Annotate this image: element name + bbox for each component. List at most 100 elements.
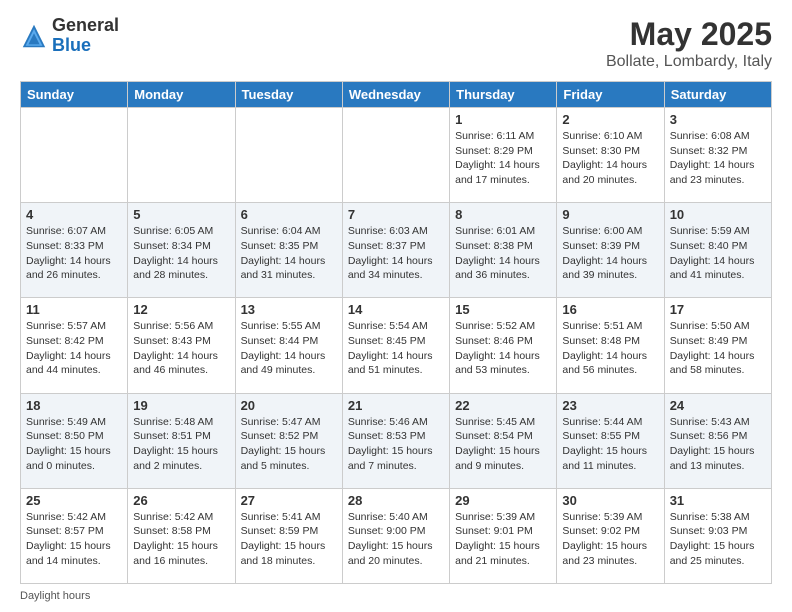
calendar-cell: 1 Sunrise: 6:11 AM Sunset: 8:29 PM Daylig… (450, 108, 557, 203)
day-number: 12 (133, 302, 229, 317)
calendar-cell: 4 Sunrise: 6:07 AM Sunset: 8:33 PM Daylig… (21, 203, 128, 298)
calendar-cell: 8 Sunrise: 6:01 AM Sunset: 8:38 PM Daylig… (450, 203, 557, 298)
calendar-cell: 12 Sunrise: 5:56 AM Sunset: 8:43 PM Dayli… (128, 298, 235, 393)
calendar-cell: 6 Sunrise: 6:04 AM Sunset: 8:35 PM Daylig… (235, 203, 342, 298)
day-number: 30 (562, 493, 658, 508)
logo-general: General (52, 15, 119, 35)
day-info: Sunrise: 5:45 AM Sunset: 8:54 PM Dayligh… (455, 415, 551, 474)
calendar: SundayMondayTuesdayWednesdayThursdayFrid… (20, 81, 772, 584)
day-info: Sunrise: 5:41 AM Sunset: 8:59 PM Dayligh… (241, 510, 337, 569)
calendar-cell: 19 Sunrise: 5:48 AM Sunset: 8:51 PM Dayli… (128, 393, 235, 488)
day-info: Sunrise: 6:03 AM Sunset: 8:37 PM Dayligh… (348, 224, 444, 283)
day-info: Sunrise: 5:38 AM Sunset: 9:03 PM Dayligh… (670, 510, 766, 569)
day-number: 3 (670, 112, 766, 127)
calendar-cell (128, 108, 235, 203)
day-number: 6 (241, 207, 337, 222)
day-info: Sunrise: 5:39 AM Sunset: 9:01 PM Dayligh… (455, 510, 551, 569)
calendar-cell: 2 Sunrise: 6:10 AM Sunset: 8:30 PM Daylig… (557, 108, 664, 203)
calendar-cell: 11Sunrise: 5:57 AM Sunset: 8:42 PM Dayli… (21, 298, 128, 393)
day-number: 13 (241, 302, 337, 317)
day-number: 29 (455, 493, 551, 508)
calendar-week-2: 4 Sunrise: 6:07 AM Sunset: 8:33 PM Daylig… (21, 203, 772, 298)
day-info: Sunrise: 6:01 AM Sunset: 8:38 PM Dayligh… (455, 224, 551, 283)
day-info: Sunrise: 5:44 AM Sunset: 8:55 PM Dayligh… (562, 415, 658, 474)
day-number: 9 (562, 207, 658, 222)
day-number: 17 (670, 302, 766, 317)
location-title: Bollate, Lombardy, Italy (606, 53, 772, 71)
day-info: Sunrise: 6:10 AM Sunset: 8:30 PM Dayligh… (562, 129, 658, 188)
day-number: 1 (455, 112, 551, 127)
calendar-cell: 10 Sunrise: 5:59 AM Sunset: 8:40 PM Dayli… (664, 203, 771, 298)
calendar-cell: 18 Sunrise: 5:49 AM Sunset: 8:50 PM Dayli… (21, 393, 128, 488)
calendar-week-4: 18 Sunrise: 5:49 AM Sunset: 8:50 PM Dayli… (21, 393, 772, 488)
day-info: Sunrise: 5:43 AM Sunset: 8:56 PM Dayligh… (670, 415, 766, 474)
day-number: 25 (26, 493, 122, 508)
calendar-cell: 31 Sunrise: 5:38 AM Sunset: 9:03 PM Dayli… (664, 488, 771, 583)
calendar-week-3: 11Sunrise: 5:57 AM Sunset: 8:42 PM Dayli… (21, 298, 772, 393)
day-info: Sunrise: 6:05 AM Sunset: 8:34 PM Dayligh… (133, 224, 229, 283)
day-info: Sunrise: 6:07 AM Sunset: 8:33 PM Dayligh… (26, 224, 122, 283)
day-info: Sunrise: 5:46 AM Sunset: 8:53 PM Dayligh… (348, 415, 444, 474)
calendar-cell: 24 Sunrise: 5:43 AM Sunset: 8:56 PM Dayli… (664, 393, 771, 488)
calendar-cell: 28 Sunrise: 5:40 AM Sunset: 9:00 PM Dayli… (342, 488, 449, 583)
day-info: Sunrise: 5:54 AM Sunset: 8:45 PM Dayligh… (348, 319, 444, 378)
calendar-header-sunday: Sunday (21, 82, 128, 108)
day-number: 5 (133, 207, 229, 222)
calendar-cell: 9 Sunrise: 6:00 AM Sunset: 8:39 PM Daylig… (557, 203, 664, 298)
day-number: 19 (133, 398, 229, 413)
day-number: 8 (455, 207, 551, 222)
calendar-cell: 30 Sunrise: 5:39 AM Sunset: 9:02 PM Dayli… (557, 488, 664, 583)
calendar-header-wednesday: Wednesday (342, 82, 449, 108)
calendar-header-friday: Friday (557, 82, 664, 108)
day-info: Sunrise: 6:04 AM Sunset: 8:35 PM Dayligh… (241, 224, 337, 283)
logo-blue: Blue (52, 35, 91, 55)
day-info: Sunrise: 5:47 AM Sunset: 8:52 PM Dayligh… (241, 415, 337, 474)
day-number: 4 (26, 207, 122, 222)
title-block: May 2025 Bollate, Lombardy, Italy (606, 16, 772, 71)
calendar-header-row: SundayMondayTuesdayWednesdayThursdayFrid… (21, 82, 772, 108)
daylight-label: Daylight hours (20, 590, 90, 602)
calendar-cell: 25Sunrise: 5:42 AM Sunset: 8:57 PM Dayli… (21, 488, 128, 583)
calendar-cell: 7 Sunrise: 6:03 AM Sunset: 8:37 PM Daylig… (342, 203, 449, 298)
calendar-header-monday: Monday (128, 82, 235, 108)
calendar-cell: 3Sunrise: 6:08 AM Sunset: 8:32 PM Daylig… (664, 108, 771, 203)
calendar-cell: 16 Sunrise: 5:51 AM Sunset: 8:48 PM Dayli… (557, 298, 664, 393)
calendar-cell (342, 108, 449, 203)
day-number: 27 (241, 493, 337, 508)
day-info: Sunrise: 5:59 AM Sunset: 8:40 PM Dayligh… (670, 224, 766, 283)
day-number: 2 (562, 112, 658, 127)
day-number: 28 (348, 493, 444, 508)
day-info: Sunrise: 6:11 AM Sunset: 8:29 PM Dayligh… (455, 129, 551, 188)
calendar-cell: 15Sunrise: 5:52 AM Sunset: 8:46 PM Dayli… (450, 298, 557, 393)
calendar-cell: 14 Sunrise: 5:54 AM Sunset: 8:45 PM Dayli… (342, 298, 449, 393)
day-number: 31 (670, 493, 766, 508)
day-info: Sunrise: 5:39 AM Sunset: 9:02 PM Dayligh… (562, 510, 658, 569)
day-number: 24 (670, 398, 766, 413)
calendar-cell (21, 108, 128, 203)
footer: Daylight hours (20, 590, 772, 602)
day-number: 14 (348, 302, 444, 317)
logo-icon (20, 22, 48, 50)
calendar-cell: 26Sunrise: 5:42 AM Sunset: 8:58 PM Dayli… (128, 488, 235, 583)
calendar-cell: 29 Sunrise: 5:39 AM Sunset: 9:01 PM Dayli… (450, 488, 557, 583)
calendar-cell: 23Sunrise: 5:44 AM Sunset: 8:55 PM Dayli… (557, 393, 664, 488)
calendar-week-1: 1 Sunrise: 6:11 AM Sunset: 8:29 PM Daylig… (21, 108, 772, 203)
month-title: May 2025 (606, 16, 772, 53)
day-number: 22 (455, 398, 551, 413)
day-info: Sunrise: 5:51 AM Sunset: 8:48 PM Dayligh… (562, 319, 658, 378)
calendar-cell: 17Sunrise: 5:50 AM Sunset: 8:49 PM Dayli… (664, 298, 771, 393)
calendar-header-saturday: Saturday (664, 82, 771, 108)
calendar-cell (235, 108, 342, 203)
day-info: Sunrise: 5:49 AM Sunset: 8:50 PM Dayligh… (26, 415, 122, 474)
day-info: Sunrise: 5:56 AM Sunset: 8:43 PM Dayligh… (133, 319, 229, 378)
day-number: 18 (26, 398, 122, 413)
day-number: 10 (670, 207, 766, 222)
day-info: Sunrise: 6:00 AM Sunset: 8:39 PM Dayligh… (562, 224, 658, 283)
day-info: Sunrise: 5:55 AM Sunset: 8:44 PM Dayligh… (241, 319, 337, 378)
day-number: 7 (348, 207, 444, 222)
day-number: 16 (562, 302, 658, 317)
day-info: Sunrise: 5:42 AM Sunset: 8:58 PM Dayligh… (133, 510, 229, 569)
calendar-cell: 20Sunrise: 5:47 AM Sunset: 8:52 PM Dayli… (235, 393, 342, 488)
day-info: Sunrise: 5:48 AM Sunset: 8:51 PM Dayligh… (133, 415, 229, 474)
day-info: Sunrise: 5:40 AM Sunset: 9:00 PM Dayligh… (348, 510, 444, 569)
